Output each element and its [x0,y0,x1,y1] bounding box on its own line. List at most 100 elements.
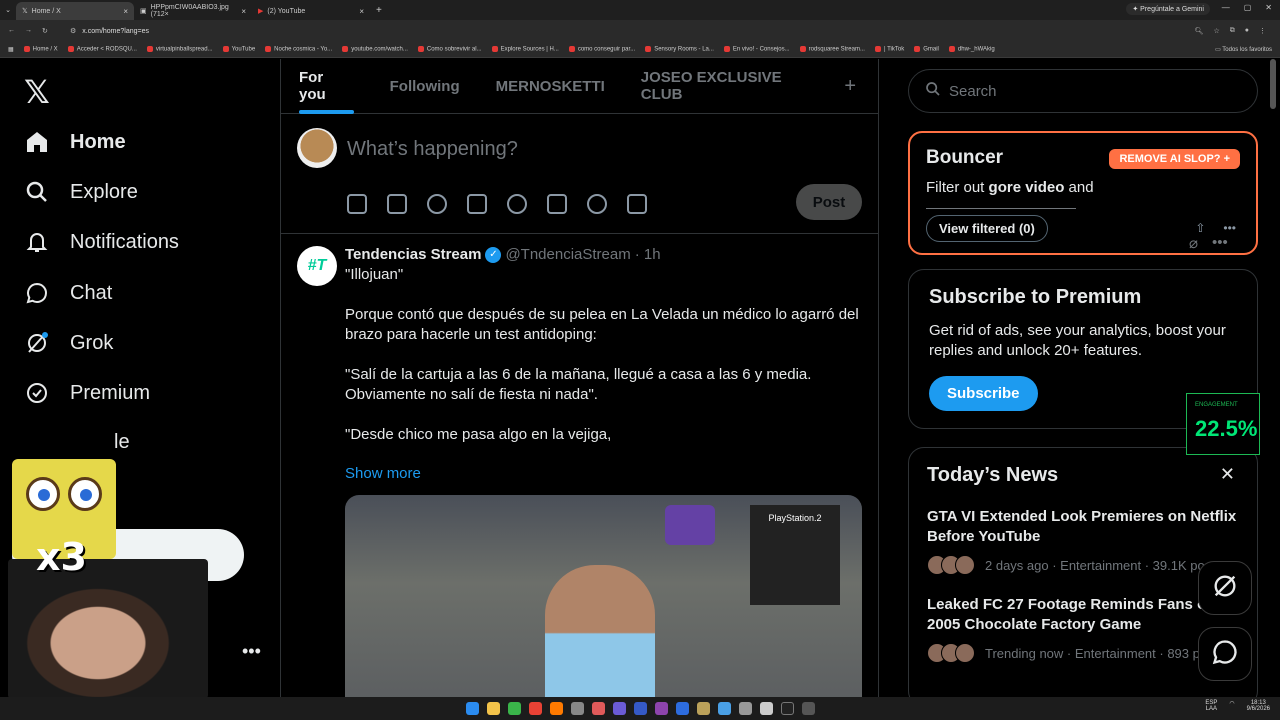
flag-icon[interactable] [627,194,647,214]
profile-icon[interactable]: ● [1245,27,1249,35]
author-name[interactable]: Tendencias Stream [345,246,481,263]
avatar[interactable] [297,128,337,168]
bookmark-item[interactable]: como conseguir par... [568,46,635,53]
app-icon[interactable] [549,702,563,715]
close-icon[interactable]: × [123,7,128,16]
tab-search-icon[interactable]: ⌄ [0,6,16,14]
page-scrollbar[interactable] [1270,59,1276,109]
forward-icon[interactable]: → [25,27,32,35]
author-handle[interactable]: @TndenciaStream [505,246,630,263]
bookmark-item[interactable]: virtualpinballspread... [146,46,213,53]
gif-icon[interactable] [387,194,407,214]
app-icon[interactable] [612,702,626,715]
emoji-icon[interactable] [507,194,527,214]
bookmark-item[interactable]: Noche cosmica - Yo... [265,46,332,53]
bookmark-item[interactable]: Como sobrevivir al... [417,46,482,53]
messages-float-button[interactable] [1198,627,1252,681]
add-tab-icon[interactable]: + [844,75,856,98]
menu-icon[interactable]: ⋮ [1259,27,1266,35]
more-dots-icon[interactable]: ••• [242,641,261,662]
view-filtered-button[interactable]: View filtered (0) [926,215,1048,242]
search-input[interactable]: Search [908,69,1258,113]
post-submit-button[interactable]: Post [796,184,862,220]
nav-premium[interactable]: Premium [24,380,150,406]
tab-joseo-exclusive-club[interactable]: JOSEO EXCLUSIVE CLUB [623,59,845,114]
tweet-time[interactable]: · 1h [635,246,661,263]
avatar[interactable]: #T [297,246,337,286]
photoshop-icon[interactable] [675,702,689,715]
language-indicator[interactable]: ESP LAA [1205,700,1217,712]
grok-icon[interactable] [427,194,447,214]
tab-home-x[interactable]: 𝕏 Home / X × [16,2,134,20]
filter-input[interactable] [926,208,1076,209]
bookmark-star-icon[interactable]: ☆ [1213,27,1219,35]
x-app-icon[interactable] [780,702,794,715]
tab-image[interactable]: ▣ HPPpmCIW0AABIO3.jpg (712× × [134,2,252,20]
file-explorer-icon[interactable] [486,702,500,715]
subscribe-button[interactable]: Subscribe [929,376,1038,411]
bookmark-item[interactable]: Sensory Rooms - La... [645,46,714,53]
app-icon[interactable] [801,702,815,715]
new-tab-button[interactable]: + [370,5,382,16]
poll-icon[interactable] [467,194,487,214]
tab-for-you[interactable]: For you [281,59,372,114]
nav-home[interactable]: Home [24,129,126,155]
remove-ai-slop-button[interactable]: REMOVE AI SLOP? + [1109,149,1240,169]
app-icon[interactable] [759,702,773,715]
spotify-icon[interactable] [507,702,521,715]
bookmark-item[interactable]: En vivo! - Consejos... [723,46,790,53]
close-icon[interactable]: × [241,7,246,16]
close-icon[interactable]: × [359,7,364,16]
bookmark-item[interactable]: Acceder < RODSQU... [67,46,137,53]
chrome-icon[interactable] [528,702,542,715]
close-icon[interactable]: ✕ [1220,464,1235,485]
app-icon[interactable] [717,702,731,715]
compose-input[interactable]: What’s happening? [347,138,518,161]
close-window-icon[interactable]: ✕ [1265,3,1272,12]
location-icon[interactable] [587,194,607,214]
tab-mernosketti[interactable]: MERNOSKETTI [478,59,623,114]
url-field[interactable]: x.com/home?lang=es [82,28,149,35]
tweet-media[interactable]: PlayStation.2 [345,495,862,715]
news-item[interactable]: GTA VI Extended Look Premieres on Netfli… [927,507,1239,575]
site-info-icon[interactable]: ⚙ [70,27,76,35]
extensions-icon[interactable]: ⧉ [1230,27,1235,35]
all-bookmarks[interactable]: ▭ Todos los favoritos [1215,46,1280,53]
zoom-icon[interactable]: 🔍︎ [1195,27,1204,35]
tab-youtube[interactable]: ▶ (2) YouTube × [252,2,370,20]
gemini-button[interactable]: ✦ Pregúntale a Gemini [1126,3,1210,15]
app-icon[interactable] [696,702,710,715]
nav-explore[interactable]: Explore [24,179,138,205]
tab-following[interactable]: Following [372,59,478,114]
reload-icon[interactable]: ↻ [42,27,48,35]
image-icon[interactable] [347,194,367,214]
minimize-icon[interactable]: — [1222,3,1230,12]
obs-icon[interactable] [570,702,584,715]
show-more-link[interactable]: Show more [345,465,421,482]
bookmark-item[interactable]: rodsquaree Stream... [799,46,865,53]
grok-float-button[interactable] [1198,561,1252,615]
bookmark-item[interactable]: youtube.com/watch... [342,46,408,53]
app-icon[interactable] [738,702,752,715]
start-icon[interactable] [465,702,479,715]
app-icon[interactable] [633,702,647,715]
schedule-icon[interactable] [547,194,567,214]
more-dots-icon[interactable]: ••• [1223,221,1236,235]
bookmark-item[interactable]: Gmail [914,46,939,53]
nav-notifications[interactable]: Notifications [24,229,179,255]
tweet[interactable]: #T Tendencias Stream ✓ @TndenciaStream ·… [281,234,1228,715]
back-icon[interactable]: ← [8,27,15,35]
x-logo-icon[interactable]: 𝕏 [24,73,50,111]
bookmark-item[interactable]: | TikTok [874,46,904,53]
app-icon[interactable] [591,702,605,715]
maximize-icon[interactable]: ▢ [1244,3,1252,12]
news-item[interactable]: Leaked FC 27 Footage Reminds Fans of 200… [927,595,1239,663]
bookmark-item[interactable]: Home / X [23,46,58,53]
app-icon[interactable] [654,702,668,715]
bookmark-item[interactable]: dhw-_hWAkig [948,46,995,53]
bookmark-item[interactable]: Explore Sources | H... [491,46,559,53]
bookmark-item[interactable]: YouTube [222,46,255,53]
wifi-icon[interactable]: ◠ [1229,700,1234,712]
apps-icon[interactable]: ▦ [8,46,14,53]
nav-chat[interactable]: Chat [24,280,112,306]
